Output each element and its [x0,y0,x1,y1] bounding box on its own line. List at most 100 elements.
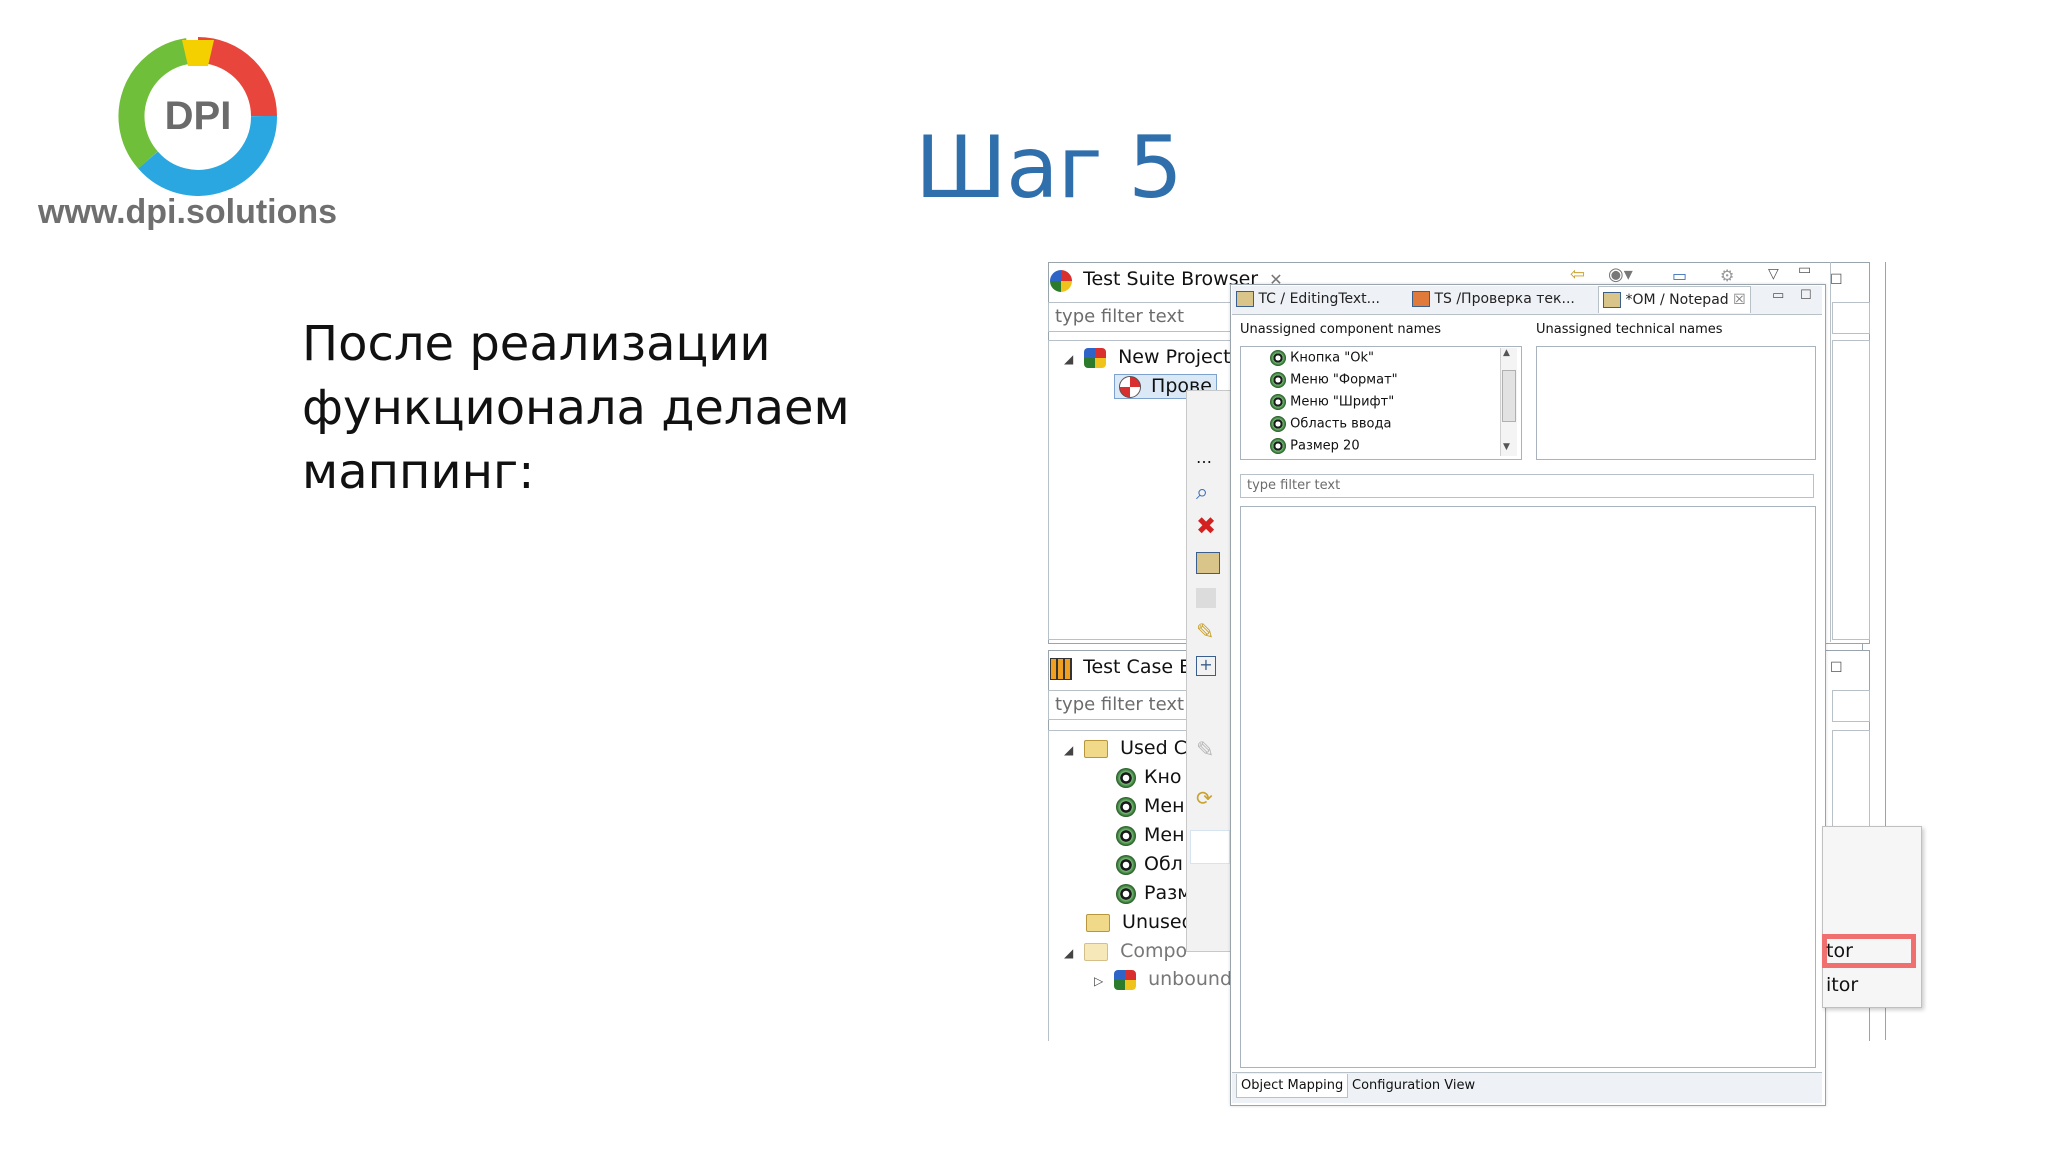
expand-icon[interactable]: ◢ [1064,743,1078,757]
list-item[interactable]: Кнопка "Ok" [1270,350,1374,366]
tab-ts-check[interactable]: TS /Проверка тек... [1412,286,1575,312]
component-icon [1270,372,1286,388]
minimize-icon[interactable]: ▭ [1772,288,1784,303]
toolbar-blank-item[interactable] [1190,830,1230,864]
tab-label: TS /Проверка тек... [1434,291,1575,307]
unused-label: Unused [1122,911,1194,933]
tree-item-component[interactable]: Кно [1116,766,1182,788]
tree-item-used-components[interactable]: ◢ Used Co [1064,737,1199,759]
list-item[interactable]: Меню "Шрифт" [1270,394,1394,410]
case-browser-icon [1050,657,1072,680]
list-item[interactable]: Область ввода [1270,416,1391,432]
tree-item-new-project[interactable]: ◢ New Project [1064,346,1231,368]
comp-label: Compo [1120,940,1188,962]
folder-icon [1084,942,1109,961]
tree-item-component[interactable]: Мен [1116,824,1185,846]
edit-disabled-icon: ✎ [1196,738,1215,763]
folder-icon [1086,913,1110,932]
search-icon[interactable]: ⌕ [1196,480,1208,505]
pencil-icon[interactable]: ✎ [1196,620,1214,645]
test-suite-icon [1119,375,1141,398]
component-icon [1116,796,1136,817]
ts-icon [1412,291,1430,307]
tab-label: *OM / Notepad [1625,292,1729,308]
mapping-filter-input[interactable]: type filter text [1240,474,1814,498]
tab-label: TC / EditingText... [1258,291,1381,307]
tab-object-mapping[interactable]: Object Mapping [1236,1074,1349,1098]
view-menu-icon[interactable]: ▽ [1768,266,1779,282]
expand-icon[interactable]: ◢ [1064,946,1078,960]
tree-item-unused[interactable]: Unused [1086,911,1194,933]
component-name: Размер 20 [1290,438,1360,454]
right-filter [1832,302,1870,334]
component-icon [1116,854,1136,875]
component-icon [1270,394,1286,410]
scrollbar-thumb[interactable] [1502,370,1516,422]
tab-configuration-view[interactable]: Configuration View [1352,1078,1475,1093]
folder-icon [1084,739,1109,758]
back-icon[interactable]: ⇦ [1570,264,1585,285]
component-label: Мен [1144,795,1185,817]
component-label: Кно [1144,766,1182,788]
tree-item-component[interactable]: Обл [1116,853,1183,875]
tc-icon [1236,291,1254,307]
tree-item-unbound[interactable]: ▷ unbound [1094,968,1232,990]
project-icon [1114,969,1137,990]
component-name: Кнопка "Ok" [1290,350,1374,366]
component-icon [1270,416,1286,432]
maximize-icon[interactable]: ☐ [1830,272,1843,288]
component-icon [1116,883,1136,904]
component-name: Область ввода [1290,416,1392,432]
component-icon [1270,438,1286,454]
tab-om-notepad[interactable]: *OM / Notepad ☒ [1598,286,1751,313]
menu-item-editor-2[interactable]: itor [1826,974,1858,996]
maximize-icon[interactable]: ☐ [1800,288,1812,303]
more-icon[interactable]: … [1196,448,1212,467]
tab-tc-editing[interactable]: TC / EditingText... [1236,286,1380,312]
close-icon[interactable]: ☒ [1733,292,1746,308]
component-name: Меню "Формат" [1290,372,1398,388]
list-item[interactable]: Меню "Формат" [1270,372,1398,388]
add-icon[interactable]: + [1196,656,1216,676]
run-icon[interactable]: ◉▾ [1608,264,1633,285]
component-label: Разм [1144,882,1192,904]
component-icon [1116,767,1136,788]
unassigned-component-label: Unassigned component names [1240,322,1442,337]
refresh-icon[interactable]: ⟳ [1196,786,1213,810]
minimize-icon[interactable]: ▭ [1798,262,1811,278]
settings-icon[interactable]: ⚙ [1720,266,1734,285]
component-name: Меню "Шрифт" [1290,394,1395,410]
right-filter-2 [1832,690,1870,722]
list-item[interactable]: Размер 20 [1270,438,1360,454]
tree-item-component[interactable]: Разм [1116,882,1192,904]
collapse-icon[interactable]: ▷ [1094,974,1108,988]
maximize-icon[interactable]: ☐ [1830,660,1843,676]
component-label: Обл [1144,853,1183,875]
component-label: Мен [1144,824,1185,846]
unassigned-technical-label: Unassigned technical names [1536,322,1723,337]
suite-filter-input[interactable]: type filter text [1048,302,1238,332]
grid-icon[interactable] [1196,588,1216,608]
om-icon [1603,292,1621,308]
dpi-logo: DPI [118,37,278,196]
scroll-down-icon[interactable]: ▼ [1503,442,1510,452]
tree-item-component-names[interactable]: ◢ Compo [1064,940,1187,962]
delete-icon[interactable]: ✖ [1196,512,1216,540]
expand-icon[interactable]: ◢ [1064,352,1078,366]
component-icon [1116,825,1136,846]
right-tree [1832,340,1870,640]
slide-body-text: После реализации функционала делаем мапп… [302,316,850,500]
tree-item-component[interactable]: Мен [1116,795,1185,817]
editor-icon[interactable] [1196,552,1220,574]
menu-item-editor[interactable]: tor [1826,940,1853,962]
suite-browser-icon [1050,269,1072,292]
test-case-browser-header: Test Case Br [1050,656,1200,680]
project-icon [1084,347,1107,368]
mapping-tree-area[interactable] [1240,506,1816,1068]
component-icon [1270,350,1286,366]
scroll-up-icon[interactable]: ▲ [1503,348,1510,358]
window-icon[interactable]: ▭ [1672,266,1687,285]
technical-names-list[interactable] [1536,346,1816,460]
logo-website: www.dpi.solutions [38,193,338,231]
right-tree-2 [1832,730,1870,832]
